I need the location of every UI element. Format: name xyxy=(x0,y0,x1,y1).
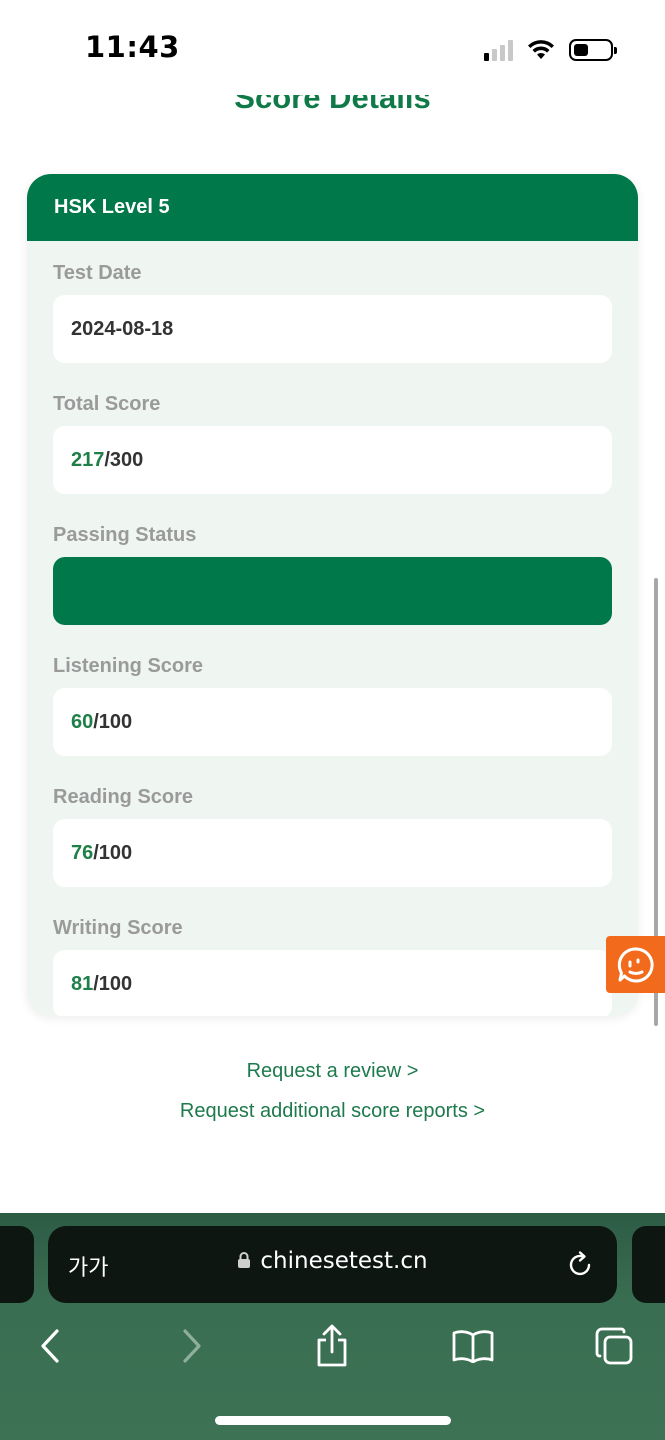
address-bar[interactable]: 가가 chinesetest.cn xyxy=(48,1226,617,1303)
next-tab-preview[interactable] xyxy=(632,1226,665,1303)
status-time: 11:43 xyxy=(85,30,180,64)
listening-score-number: 60 xyxy=(71,710,94,733)
reading-score-number: 76 xyxy=(71,841,94,864)
share-icon xyxy=(317,1324,347,1367)
passing-status-label: Passing Status xyxy=(53,524,197,546)
writing-score-number: 81 xyxy=(71,972,94,995)
signal-icon xyxy=(484,39,513,61)
back-icon xyxy=(41,1329,59,1363)
forward-button[interactable] xyxy=(172,1321,212,1371)
total-score-max: /300 xyxy=(104,448,144,471)
reload-icon[interactable] xyxy=(565,1250,595,1280)
total-score-number: 217 xyxy=(71,448,105,471)
test-date-value: 2024-08-18 xyxy=(53,295,612,363)
total-score-label: Total Score xyxy=(53,393,161,415)
passing-status-value xyxy=(53,557,612,625)
listening-score-max: /100 xyxy=(93,710,133,733)
tabs-button[interactable] xyxy=(592,1321,636,1371)
bookmarks-button[interactable] xyxy=(450,1321,496,1371)
status-bar: 11:43 xyxy=(0,0,665,95)
bookmarks-icon xyxy=(452,1330,494,1363)
browser-nav-bar xyxy=(0,1321,665,1371)
reading-score-max: /100 xyxy=(93,841,133,864)
card-body: Test Date 2024-08-18 Total Score 217/300… xyxy=(27,241,638,1016)
tabs-icon xyxy=(595,1327,633,1365)
writing-score-label: Writing Score xyxy=(53,917,183,939)
wifi-icon xyxy=(528,40,554,59)
listening-score-value: 60/100 xyxy=(53,688,612,756)
forward-icon xyxy=(183,1329,201,1363)
chat-button[interactable] xyxy=(606,936,665,993)
writing-score-max: /100 xyxy=(93,972,133,995)
previous-tab-preview[interactable] xyxy=(0,1226,34,1303)
score-card: HSK Level 5 Test Date 2024-08-18 Total S… xyxy=(27,174,638,1016)
action-links: Request a review > Request additional sc… xyxy=(0,1056,665,1136)
battery-icon xyxy=(569,39,617,61)
url-display[interactable]: chinesetest.cn xyxy=(48,1248,617,1274)
chat-icon xyxy=(617,946,654,982)
test-date-label: Test Date xyxy=(53,262,142,284)
reading-score-label: Reading Score xyxy=(53,786,194,808)
browser-toolbar: 가가 chinesetest.cn xyxy=(0,1213,665,1440)
home-indicator[interactable] xyxy=(215,1416,451,1425)
card-header: HSK Level 5 xyxy=(27,174,638,241)
writing-score-value: 81/100 xyxy=(53,950,612,1016)
lock-icon xyxy=(238,1252,251,1268)
listening-score-label: Listening Score xyxy=(53,655,204,677)
reading-score-value: 76/100 xyxy=(53,819,612,887)
back-button[interactable] xyxy=(30,1321,70,1371)
request-reports-link[interactable]: Request additional score reports > xyxy=(0,1096,665,1136)
request-review-link[interactable]: Request a review > xyxy=(0,1056,665,1096)
test-date-text: 2024-08-18 xyxy=(71,317,174,340)
total-score-value: 217/300 xyxy=(53,426,612,494)
status-icons xyxy=(484,36,617,64)
share-button[interactable] xyxy=(310,1321,354,1371)
url-text: chinesetest.cn xyxy=(260,1248,428,1274)
